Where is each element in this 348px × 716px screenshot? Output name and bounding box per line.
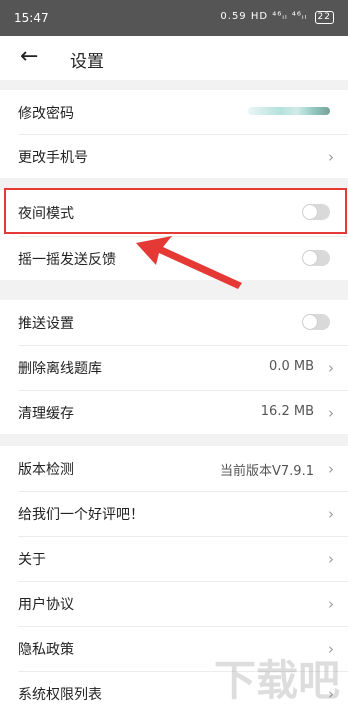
annotation-arrow-icon — [136, 236, 242, 289]
watermark-logo: 下载吧 — [213, 656, 340, 705]
